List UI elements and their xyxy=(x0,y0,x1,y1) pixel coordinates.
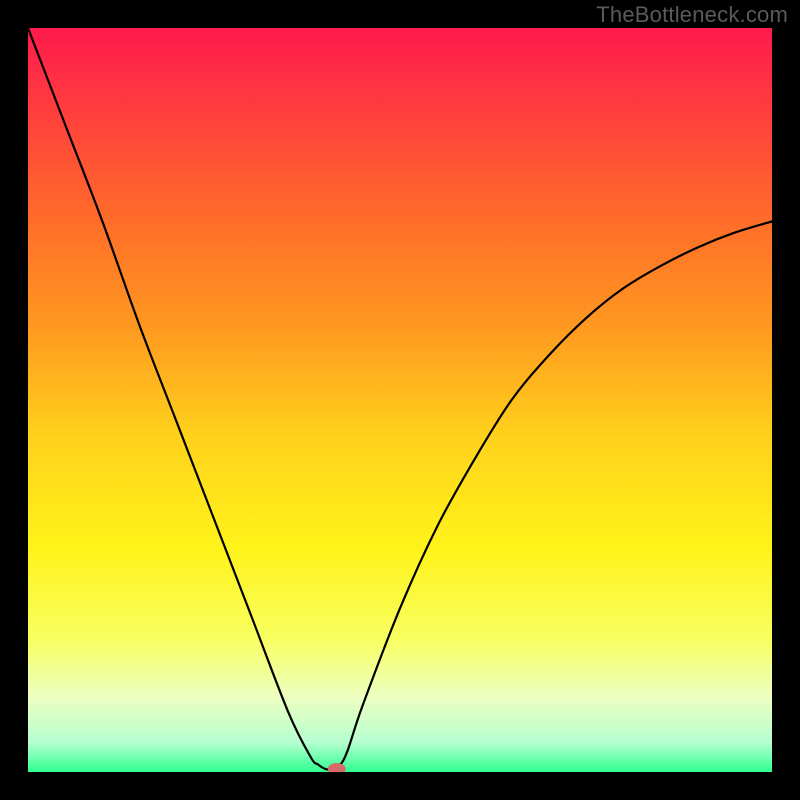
chart-frame: TheBottleneck.com xyxy=(0,0,800,800)
chart-svg xyxy=(28,28,772,772)
gradient-background xyxy=(28,28,772,772)
watermark-text: TheBottleneck.com xyxy=(596,2,788,28)
plot-area xyxy=(28,28,772,772)
